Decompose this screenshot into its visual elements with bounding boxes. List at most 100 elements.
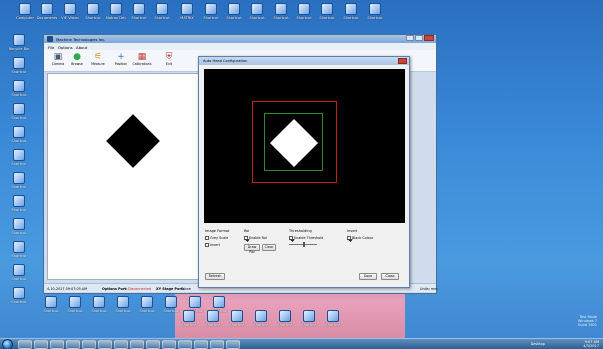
desktop-shortcut-icon[interactable]: Shortcut xyxy=(296,310,322,340)
threshold-slider[interactable] xyxy=(289,242,317,247)
close-dialog-button[interactable]: Close xyxy=(381,273,399,280)
taskbar-media-icon[interactable] xyxy=(50,340,64,349)
desktop-icon-label: Shortcut xyxy=(11,277,27,281)
measure-tool-button[interactable]: ⚟ Measure xyxy=(88,51,108,71)
desktop-icon-label: Recycle Bin xyxy=(8,47,30,51)
shortcut-icon xyxy=(13,149,25,161)
desktop-shortcut-icon[interactable]: Shortcut xyxy=(272,310,298,340)
enable-roi-checkbox[interactable] xyxy=(244,236,248,240)
shortcut-icon xyxy=(13,172,25,184)
shortcut-icon xyxy=(228,3,240,15)
invert-format-checkbox[interactable] xyxy=(205,243,209,247)
taskbar-app-icon[interactable] xyxy=(130,340,144,349)
exit-tool-button[interactable]: ⛨ Exit xyxy=(159,51,179,71)
minimize-button[interactable] xyxy=(406,35,414,41)
grey-scale-option[interactable]: Grey Scale xyxy=(205,236,228,240)
camera-tool-button[interactable]: ▣ Camera xyxy=(48,51,68,71)
main-window-titlebar[interactable]: Machine Technologies Inc. xyxy=(44,35,436,43)
desktop-toolbar-label[interactable]: Desktop xyxy=(531,342,545,346)
taskbar-app-icon[interactable] xyxy=(66,340,80,349)
desktop-icon-label: Shortcut xyxy=(91,309,107,313)
shortcut-icon xyxy=(93,296,105,308)
taskbar-explorer-icon[interactable] xyxy=(34,340,48,349)
desktop-icon-label: Shortcut xyxy=(249,16,265,20)
draw-roi-button[interactable]: Draw Roi xyxy=(244,244,260,254)
desktop-icon-label: Shortcut xyxy=(319,16,335,20)
grey-scale-checkbox[interactable] xyxy=(205,236,209,240)
tool-label: Camera xyxy=(51,62,65,66)
tool-label: Exit xyxy=(165,62,173,66)
shortcut-icon xyxy=(141,296,153,308)
grey-scale-label: Grey Scale xyxy=(210,236,229,240)
browse-tool-button[interactable]: ● Browse xyxy=(67,51,87,71)
dialog-close-button[interactable] xyxy=(398,58,407,64)
image-preview[interactable] xyxy=(204,69,405,223)
taskbar-app-icon[interactable] xyxy=(210,340,224,349)
close-button[interactable] xyxy=(424,35,434,41)
desktop-shortcut-icon[interactable]: Shortcut xyxy=(244,3,270,33)
save-button[interactable]: Save xyxy=(359,273,377,280)
tray-clock[interactable]: 9:07 AM 4/3/2017 xyxy=(583,340,599,348)
taskbar-app-icon[interactable] xyxy=(82,340,96,349)
enable-threshold-option[interactable]: Enable Threshold xyxy=(289,236,323,240)
maximize-button[interactable] xyxy=(415,35,423,41)
shortcut-icon xyxy=(13,195,25,207)
desktop-shortcut-icon[interactable]: Shortcut xyxy=(110,296,136,326)
desktop-shortcut-icon[interactable]: Shortcut xyxy=(338,3,364,33)
desktop-icon-label: Shortcut xyxy=(11,139,27,143)
desktop-shortcut-icon[interactable]: Shortcut xyxy=(314,3,340,33)
shortcut-icon xyxy=(69,296,81,308)
window-caption-buttons xyxy=(406,35,434,42)
desktop-shortcut-icon[interactable]: Shortcut xyxy=(176,310,202,340)
taskbar-app-icon[interactable] xyxy=(226,340,240,349)
invert-format-option[interactable]: Invert xyxy=(205,243,220,247)
shortcut-icon xyxy=(345,3,357,15)
desktop-shortcut-icon[interactable]: Shortcut xyxy=(200,310,226,340)
taskbar-app-icon[interactable] xyxy=(178,340,192,349)
desktop-shortcut-icon[interactable]: MATRIX xyxy=(174,3,200,33)
taskbar-ie-icon[interactable] xyxy=(18,340,32,349)
shortcut-icon xyxy=(231,310,243,322)
start-button[interactable] xyxy=(2,339,13,349)
black-colour-label: Black Colour xyxy=(352,236,374,240)
shortcut-icon xyxy=(275,3,287,15)
menu-about[interactable]: About xyxy=(76,45,87,50)
desktop-shortcut-icon[interactable]: Shortcut xyxy=(134,296,160,326)
desktop-shortcut-icon[interactable]: Shortcut xyxy=(38,296,64,326)
calibration-tool-button[interactable]: ▦ Calibrations xyxy=(132,51,152,71)
dialog-titlebar[interactable]: Auto Head Configuration xyxy=(199,57,409,65)
clear-roi-button[interactable]: Clear xyxy=(262,244,276,251)
tool-label: Measure xyxy=(91,62,105,66)
taskbar: Desktop 9:07 AM 4/3/2017 xyxy=(0,338,603,349)
black-colour-checkbox[interactable] xyxy=(347,236,351,240)
position-tool-button[interactable]: + Position xyxy=(111,51,131,71)
menu-options[interactable]: Options xyxy=(58,45,73,50)
auto-head-configuration-dialog[interactable]: Auto Head Configuration Image Format Gre… xyxy=(198,56,410,288)
desktop-icon-label: Shortcut xyxy=(181,323,197,327)
black-colour-option[interactable]: Black Colour xyxy=(347,236,373,240)
refresh-button[interactable]: Refresh xyxy=(205,273,225,280)
desktop-icon-label: Shortcut xyxy=(205,323,221,327)
taskbar-app-icon[interactable] xyxy=(194,340,208,349)
taskbar-app-icon[interactable] xyxy=(98,340,112,349)
desktop-shortcut-icon[interactable]: Shortcut xyxy=(6,287,32,317)
desktop-shortcut-icon[interactable]: Shortcut xyxy=(149,3,175,33)
desktop-shortcut-icon[interactable]: Shortcut xyxy=(362,3,388,33)
menu-file[interactable]: File xyxy=(48,45,54,50)
enable-threshold-checkbox[interactable] xyxy=(289,236,293,240)
desktop-shortcut-icon[interactable]: Shortcut xyxy=(248,310,274,340)
taskbar-app-icon[interactable] xyxy=(146,340,160,349)
enable-roi-option[interactable]: Enable Roi xyxy=(244,236,267,240)
desktop-icon-label: Shortcut xyxy=(367,16,383,20)
shortcut-icon xyxy=(156,3,168,15)
shortcut-icon xyxy=(110,3,122,15)
taskbar-app-icon[interactable] xyxy=(114,340,128,349)
desktop-shortcut-icon[interactable]: Shortcut xyxy=(320,310,346,340)
desktop-shortcut-icon[interactable]: Shortcut xyxy=(224,310,250,340)
threshold-slider-thumb[interactable] xyxy=(303,242,306,247)
image-canvas[interactable] xyxy=(47,73,202,280)
xy-stage-label: XY Stage Port: xyxy=(156,286,184,291)
desktop-shortcut-icon[interactable]: Shortcut xyxy=(62,296,88,326)
desktop-shortcut-icon[interactable]: Shortcut xyxy=(86,296,112,326)
taskbar-app-icon[interactable] xyxy=(162,340,176,349)
